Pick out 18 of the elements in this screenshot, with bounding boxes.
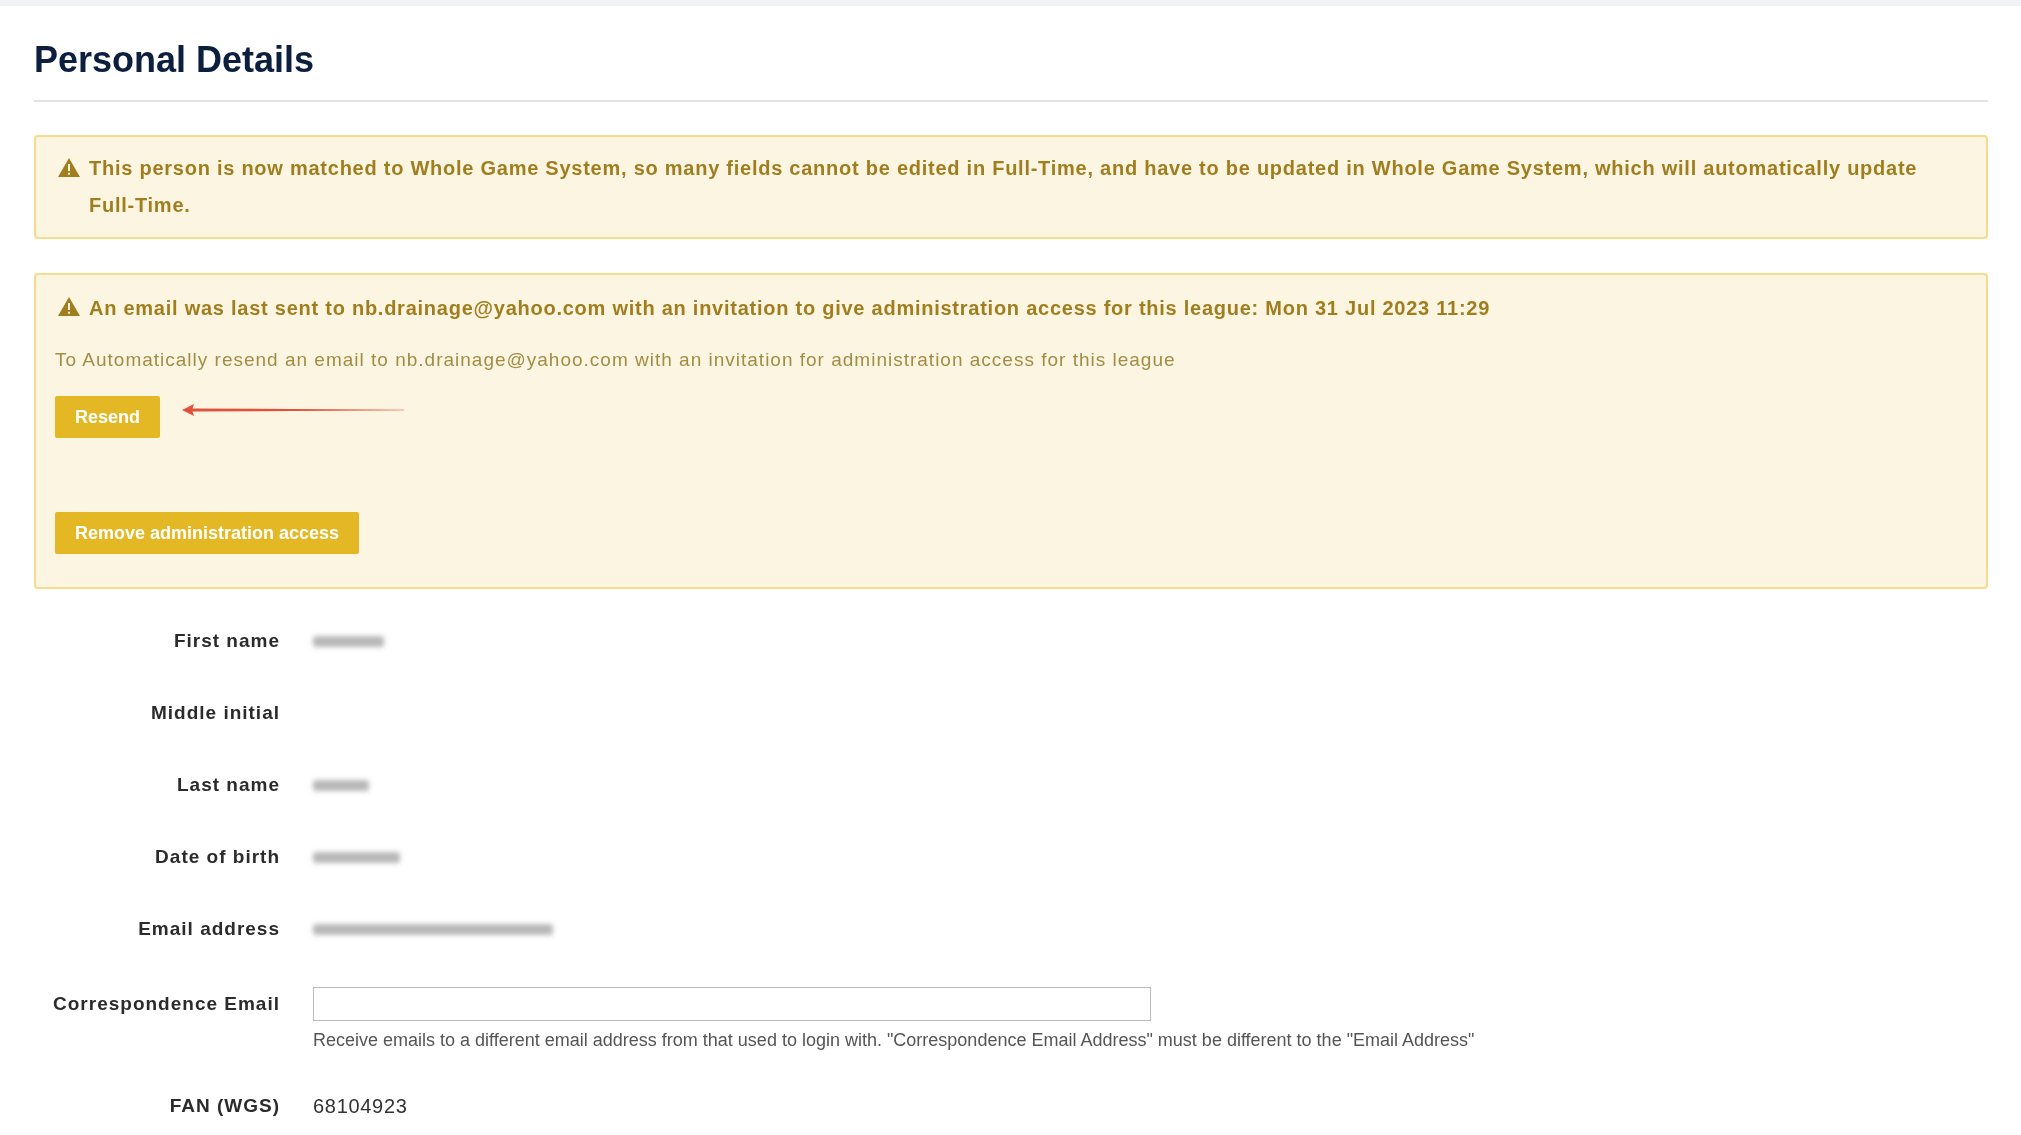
page-title: Personal Details <box>34 41 316 78</box>
email-input-field[interactable] <box>313 987 1151 1021</box>
help-text: Receive emails to a different email address from that used to login with. "Correspondence Email Address" must be different to the "Email Address" <box>313 1030 1475 1050</box>
field-label: Correspondence Email <box>52 992 280 1016</box>
field-label: Last name <box>176 773 280 797</box>
warning-icon <box>58 297 80 316</box>
field-label: FAN (WGS) <box>168 1094 280 1118</box>
resend-instructions: To Automatically resend an email to nb.drainage@yahoo.com with an invitation for administration access for this league <box>55 348 1177 372</box>
resend-button[interactable]: Resend <box>55 396 161 438</box>
field-label: Middle initial <box>149 701 280 725</box>
warning-icon <box>58 158 80 177</box>
field-value: 68104923 <box>313 1094 408 1119</box>
invitation-message: An email was last sent to nb.drainage@yahoo.com with an invitation to give administration access for this league: Mon 31 Jul 2023 11:29 <box>89 296 1491 321</box>
warning-message: This person is now matched to Whole Game System, so many fields cannot be edited in Full-Time, and have to be updated in Whole Game System, which will automatically update Full-Time. <box>89 156 1919 218</box>
remove-access-button[interactable]: Remove administration access <box>55 512 360 554</box>
field-label: Date of birth <box>154 845 280 869</box>
field-label: First name <box>172 629 280 653</box>
field-label: Email address <box>137 917 280 941</box>
